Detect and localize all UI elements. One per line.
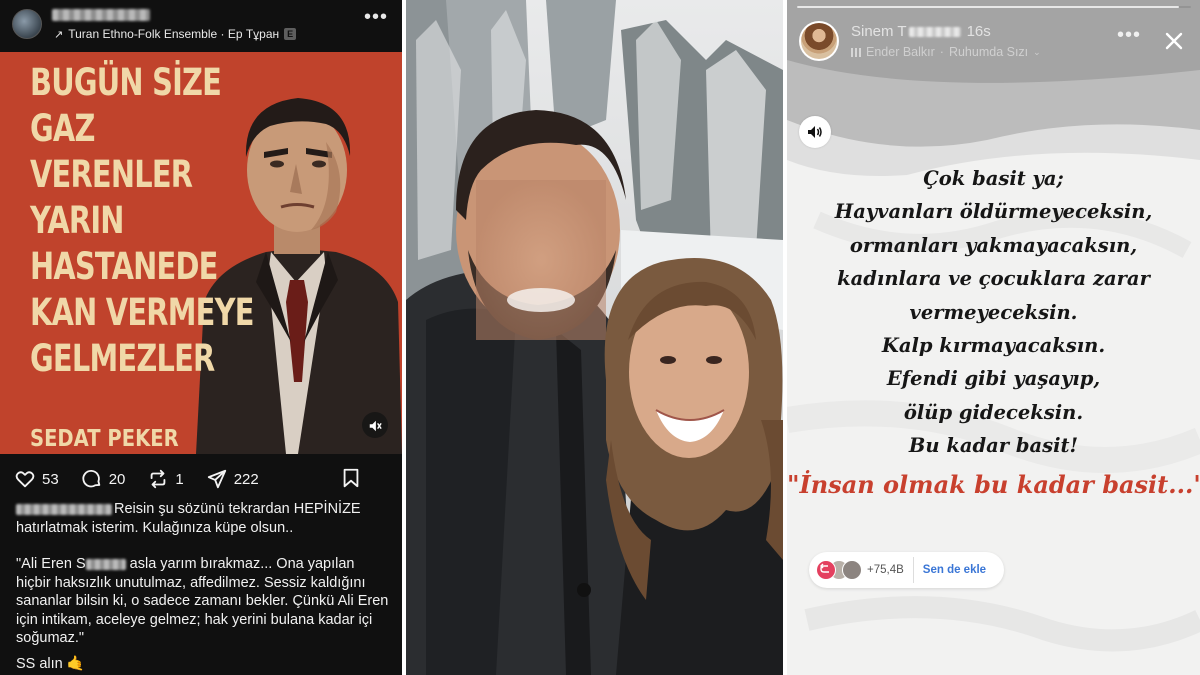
add-yours-sticker[interactable]: +75,4B Sen de ekle	[809, 552, 1004, 588]
post-caption: Reisin şu sözünü tekrardan HEPİNİZE hatı…	[16, 500, 390, 537]
story-line: Hayvanları öldürmeyeceksin,	[834, 200, 1153, 224]
explicit-badge: E	[284, 28, 297, 40]
speaker-icon	[808, 126, 822, 138]
heart-icon	[15, 471, 35, 488]
dot-separator: ·	[939, 45, 944, 59]
add-yours-button[interactable]: Sen de ekle	[923, 564, 986, 576]
poster-line: GAZ	[30, 107, 95, 150]
post-actions: 53 20 1 222	[14, 466, 394, 492]
music-attribution[interactable]: ↗ Turan Ethno-Folk Ensemble · Ep Тұран E	[54, 27, 297, 41]
like-button[interactable]: 53	[14, 468, 59, 490]
song-artist: Ender Balkır	[866, 45, 935, 59]
story-line: ölüp gideceksin.	[903, 400, 1084, 424]
song-title: Ruhumda Sızı	[948, 45, 1029, 59]
chevron-down-icon: ⌄	[1033, 46, 1041, 57]
story-user-name[interactable]: Sinem T 16s	[851, 23, 991, 40]
story-highlight-quote: "İnsan olmak bu kadar basit..."	[787, 470, 1200, 499]
poster-line: YARIN	[30, 199, 124, 242]
poster-headline: BUGÜN SİZE GAZ VERENLER YARIN HASTANEDE …	[30, 60, 300, 382]
poster-line: VERENLER	[30, 153, 193, 196]
story-line: Efendi gibi yaşayıp,	[886, 367, 1101, 391]
blurred-username[interactable]	[16, 503, 112, 515]
save-button[interactable]	[340, 467, 362, 489]
post-footer-text: SS alın 🤙	[16, 655, 85, 672]
story-line: kadınlara ve çocuklara zarar	[837, 267, 1150, 291]
participant-count: +75,4B	[867, 564, 904, 576]
repost-count: 1	[175, 470, 184, 488]
ss-label: SS alın	[16, 656, 63, 672]
post-image[interactable]: BUGÜN SİZE GAZ VERENLER YARIN HASTANEDE …	[0, 52, 402, 454]
story-line: Çok basit ya;	[923, 167, 1064, 190]
reply-arrow-avatar	[816, 560, 836, 580]
call-me-hand-icon: 🤙	[66, 656, 85, 672]
story-user-avatar[interactable]	[799, 21, 839, 61]
share-count: 222	[233, 470, 259, 488]
couple-photo-panel[interactable]	[406, 0, 783, 675]
story-time: 16s	[966, 23, 991, 40]
music-track-label: Turan Ethno-Folk Ensemble · Ep Тұран	[68, 27, 280, 41]
story-line: vermeyeceksin.	[909, 300, 1078, 324]
blurred-surname	[85, 558, 126, 570]
story-line: Kalp kırmayacaksın.	[881, 334, 1106, 358]
blurred-username	[908, 26, 961, 37]
poster-line: BUGÜN SİZE	[30, 61, 222, 104]
repost-button[interactable]: 1	[147, 468, 184, 490]
arrow-up-right-icon: ↗	[54, 28, 64, 41]
poster-line: GELMEZLER	[30, 337, 215, 380]
pixelated-face	[476, 180, 606, 340]
poster-line: HASTANEDE	[30, 245, 218, 288]
more-options-icon[interactable]: •••	[364, 7, 388, 27]
divider	[912, 557, 914, 583]
story-progress-fill	[797, 6, 1180, 8]
reply-count: 20	[108, 470, 126, 488]
bookmark-icon	[343, 468, 359, 488]
repost-icon	[151, 469, 166, 489]
more-options-icon[interactable]: •••	[1117, 25, 1141, 45]
poster-author: SEDAT PEKER	[30, 426, 179, 452]
story-quote: Çok basit ya; Hayvanları öldürmeyeceksin…	[787, 162, 1200, 463]
share-button[interactable]: 222	[206, 468, 259, 490]
threads-post-panel: ↗ Turan Ethno-Folk Ensemble · Ep Тұран E…	[0, 0, 402, 675]
instagram-story-panel: Sinem T 16s Ender Balkır · Ruhumda Sızı …	[787, 0, 1200, 675]
story-line: Bu kadar basit!	[908, 434, 1079, 458]
speaker-off-icon[interactable]	[362, 412, 388, 438]
story-music[interactable]: Ender Balkır · Ruhumda Sızı ⌄	[851, 45, 1041, 59]
quote-start: "Ali Eren S	[16, 556, 86, 572]
post-quote: "Ali Eren S asla yarım bırakmaz... Ona y…	[16, 555, 390, 648]
close-icon[interactable]	[1163, 30, 1185, 52]
story-line: ormanları yakmayacaksın,	[849, 233, 1138, 257]
story-progress-bar	[797, 6, 1191, 8]
blurred-username[interactable]	[52, 9, 150, 21]
sound-toggle-button[interactable]	[799, 116, 831, 148]
selfie-photo	[406, 0, 783, 675]
music-bars-icon	[851, 47, 861, 57]
poster-line: KAN VERMEYE	[30, 291, 254, 334]
reply-button[interactable]: 20	[81, 468, 126, 490]
username-prefix: Sinem T	[851, 23, 907, 40]
like-count: 53	[42, 470, 59, 488]
user-avatar[interactable]	[12, 9, 42, 39]
avatar	[842, 560, 862, 580]
send-icon	[207, 469, 226, 489]
comment-icon	[82, 470, 100, 488]
post-header: ↗ Turan Ethno-Folk Ensemble · Ep Тұран E…	[0, 0, 402, 52]
